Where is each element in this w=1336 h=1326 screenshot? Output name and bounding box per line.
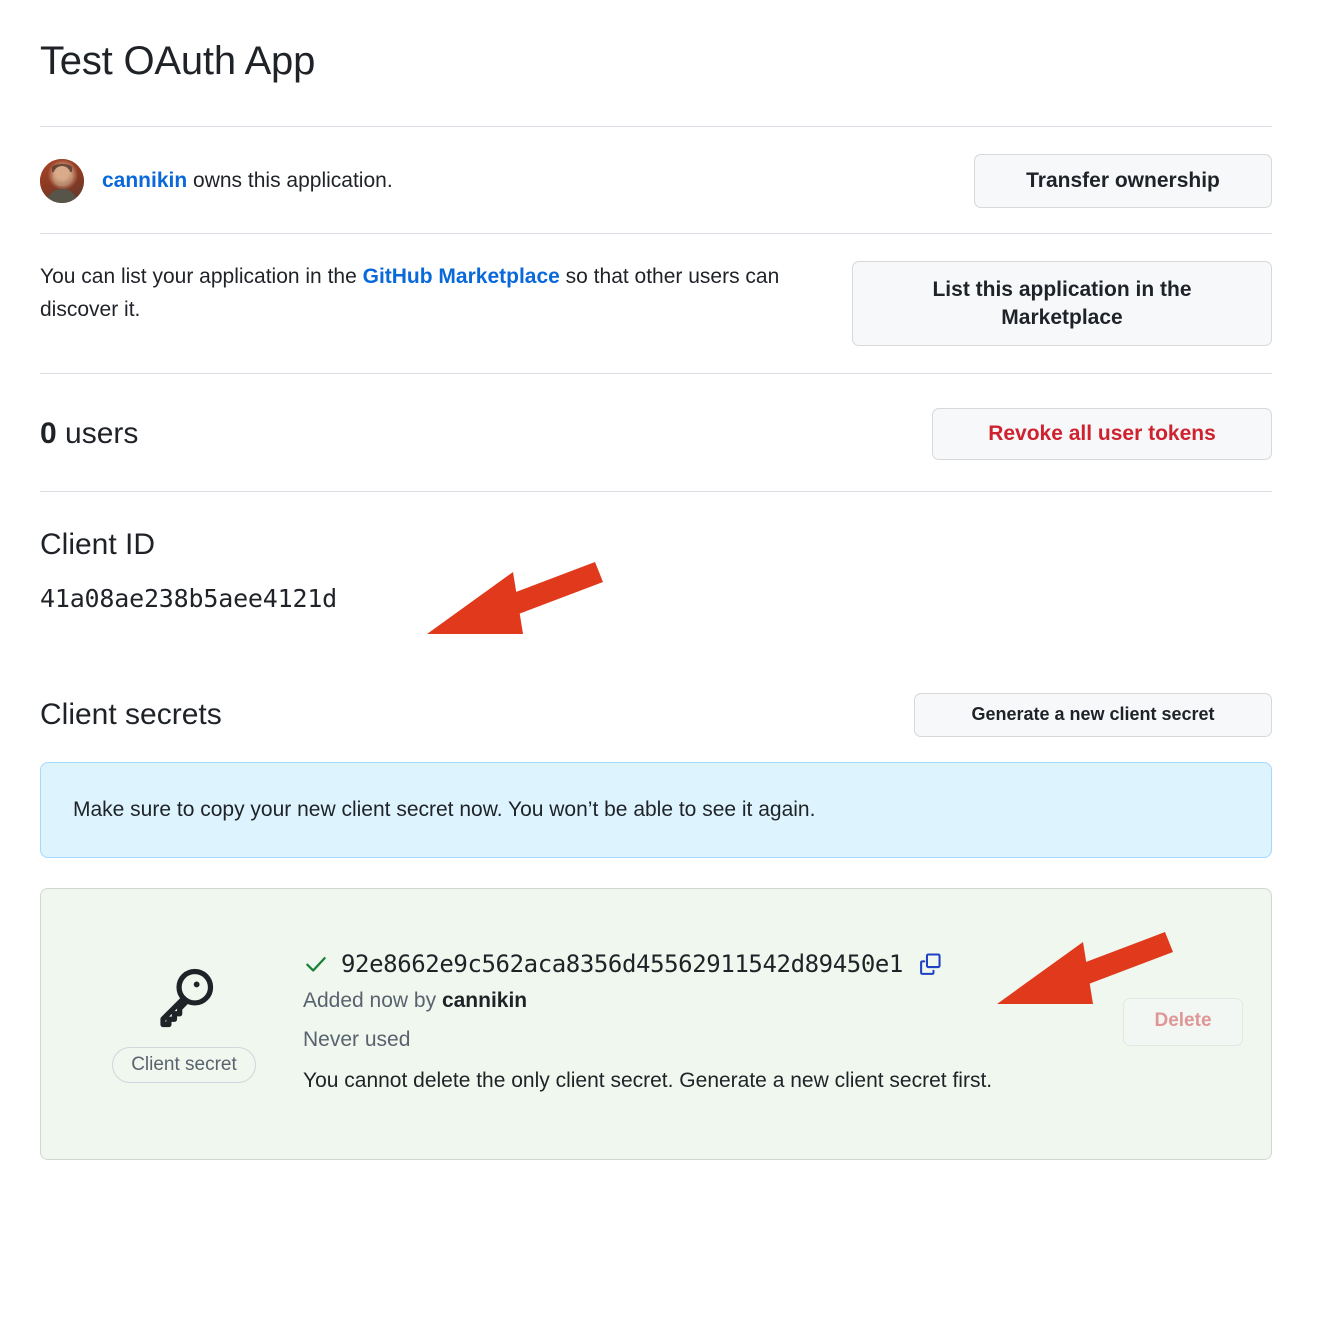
- check-icon: [303, 951, 329, 977]
- marketplace-description: You can list your application in the Git…: [40, 261, 815, 326]
- client-secret-value[interactable]: 92e8662e9c562aca8356d45562911542d89450e1: [341, 950, 903, 978]
- avatar: [40, 159, 84, 203]
- generate-new-client-secret-button[interactable]: Generate a new client secret: [914, 693, 1272, 737]
- client-secret-actions: Delete: [1103, 919, 1247, 1125]
- copy-secret-button[interactable]: [915, 951, 945, 977]
- client-secrets-heading: Client secrets: [40, 698, 222, 731]
- client-secret-badge-label: Client secret: [112, 1046, 256, 1083]
- key-icon: [147, 961, 221, 1035]
- list-in-marketplace-button[interactable]: List this application in the Marketplace: [852, 261, 1272, 346]
- client-secrets-header: Client secrets Generate a new client sec…: [40, 613, 1272, 737]
- client-secret-delete-note: You cannot delete the only client secret…: [303, 1068, 993, 1092]
- marketplace-section: You can list your application in the Git…: [40, 234, 1272, 346]
- added-by-username: cannikin: [441, 988, 528, 1012]
- users-count: 0: [40, 417, 57, 450]
- marketplace-text-before: You can list your application in the: [40, 265, 363, 288]
- users-heading: 0 users: [40, 417, 138, 451]
- owner-info: cannikin owns this application.: [40, 159, 393, 203]
- owner-statement: cannikin owns this application.: [102, 166, 393, 196]
- client-secret-usage: Never used: [303, 1028, 411, 1052]
- owner-section: cannikin owns this application. Transfer…: [40, 127, 1272, 208]
- owner-username-link[interactable]: cannikin: [102, 169, 187, 192]
- client-id-heading: Client ID: [40, 528, 156, 561]
- client-secret-value-row: 92e8662e9c562aca8356d45562911542d89450e1: [303, 950, 1103, 978]
- client-id-section: Client ID 41a08ae238b5aee4121d: [40, 492, 1272, 613]
- avatar-face: [53, 166, 71, 186]
- revoke-all-user-tokens-button[interactable]: Revoke all user tokens: [932, 408, 1272, 460]
- client-secret-badge-group: Client secret: [65, 919, 303, 1125]
- copy-secret-info-banner: Make sure to copy your new client secret…: [40, 762, 1272, 858]
- page-title: Test OAuth App: [40, 39, 316, 83]
- client-secret-added-line: Added now by cannikin: [303, 985, 1103, 1018]
- client-id-value[interactable]: 41a08ae238b5aee4121d: [40, 562, 1272, 613]
- client-secret-card: Client secret 92e8662e9c562aca8356d45562…: [40, 887, 1272, 1160]
- users-label: users: [56, 417, 139, 450]
- users-section: 0 users Revoke all user tokens: [40, 374, 1272, 466]
- transfer-ownership-button[interactable]: Transfer ownership: [974, 154, 1272, 208]
- oauth-app-settings-page: Test OAuth App cannikin owns this applic…: [40, 0, 1272, 1160]
- delete-secret-button[interactable]: Delete: [1123, 997, 1243, 1046]
- owner-statement-suffix: owns this application.: [187, 168, 393, 192]
- github-marketplace-link[interactable]: GitHub Marketplace: [363, 265, 560, 288]
- added-prefix: Added now by: [303, 988, 442, 1012]
- client-secret-details: 92e8662e9c562aca8356d45562911542d89450e1…: [303, 919, 1103, 1125]
